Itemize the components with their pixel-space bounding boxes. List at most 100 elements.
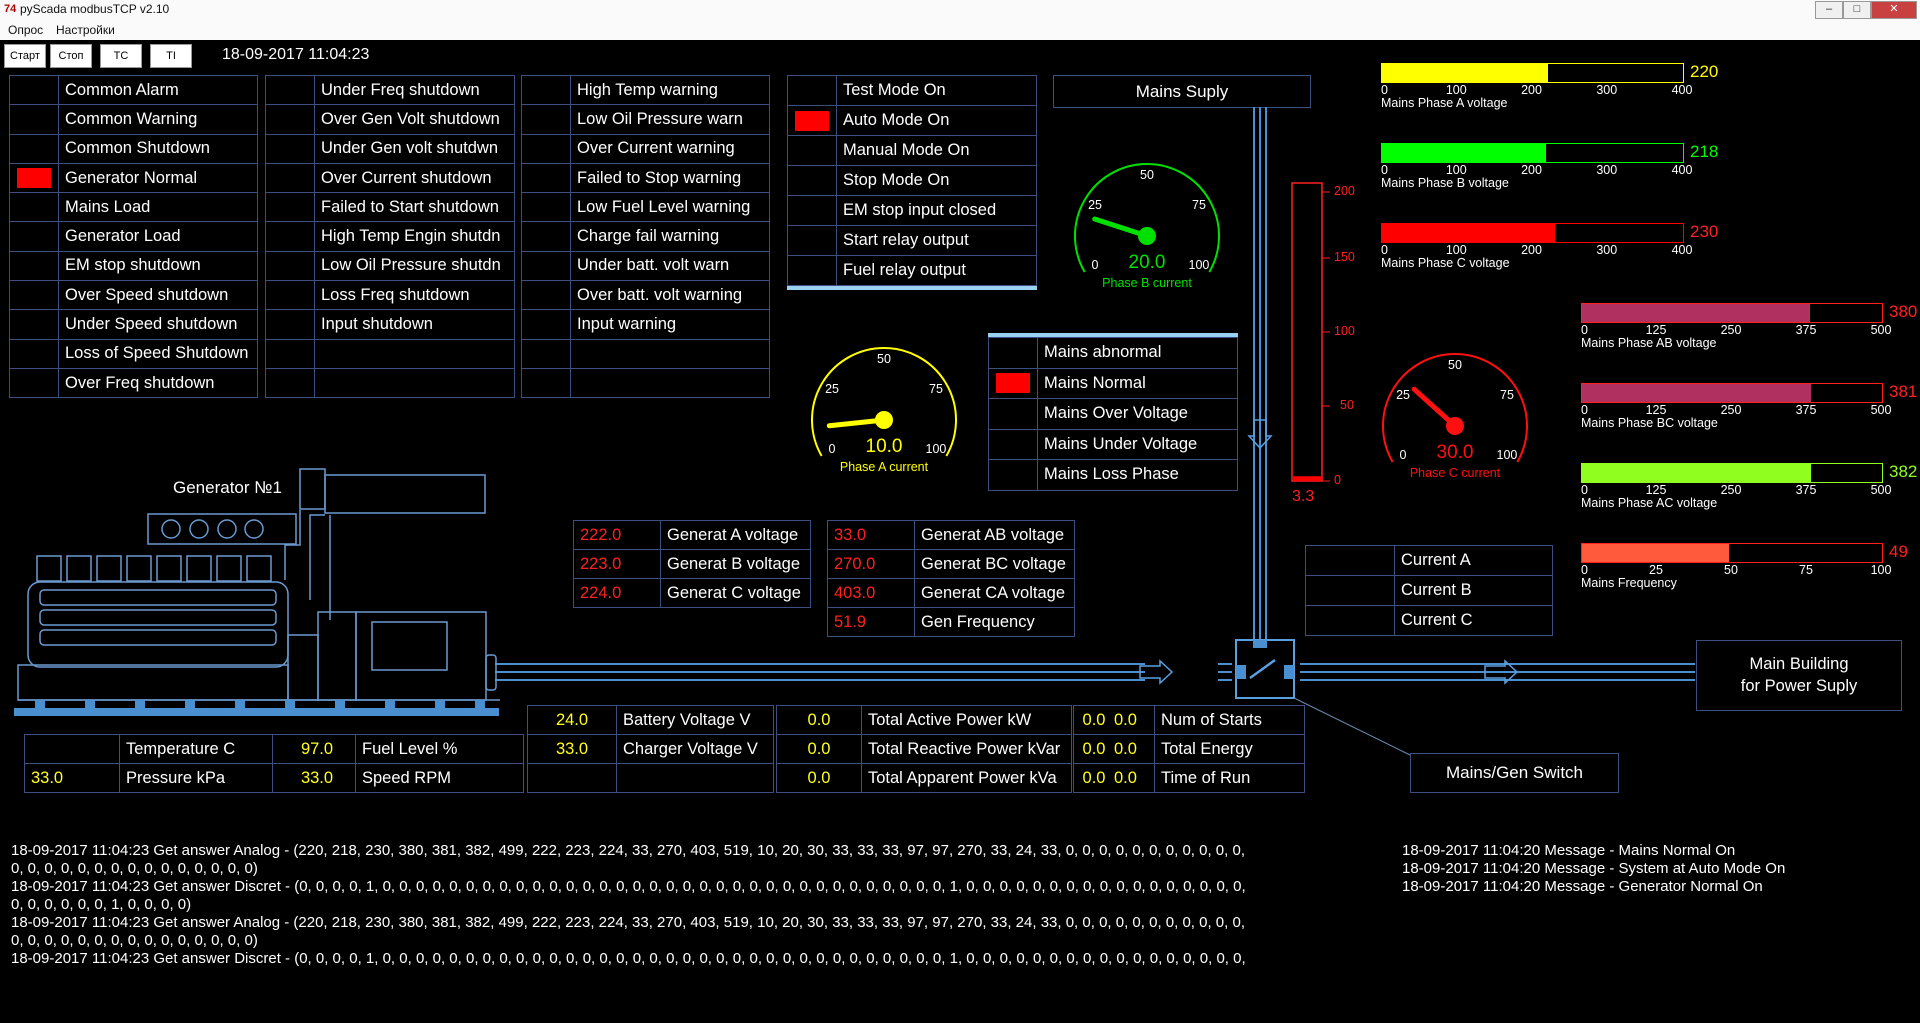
- bar-tick: 300: [1596, 163, 1618, 177]
- battery-value: 33.0: [527, 734, 617, 764]
- battery-row: 33.0 Charger Voltage V: [527, 734, 774, 764]
- gen-line-row: 270.0 Generat BC voltage: [827, 549, 1075, 579]
- gen-voltage-row: 222.0 Generat A voltage: [573, 520, 811, 550]
- battery-label: Charger Voltage V: [616, 734, 774, 764]
- bar-tick: 250: [1720, 403, 1742, 417]
- bar-value: 380: [1889, 302, 1918, 321]
- phase-b-gauge-hub: [1138, 227, 1156, 245]
- phase-a-gauge-tick: 25: [825, 382, 839, 396]
- power-row: 0.0 Total Apparent Power kVa: [776, 763, 1072, 793]
- bar-tick: 0: [1381, 243, 1388, 257]
- power-value: 0.0: [776, 763, 862, 793]
- counter-row: 0.0 0.0 Num of Starts: [1073, 705, 1305, 735]
- engine-row: Temperature C 97.0 Fuel Level %: [24, 734, 524, 764]
- generator-drawing: [17, 468, 500, 701]
- bar-tick: 500: [1870, 483, 1892, 497]
- engine-table: Temperature C 97.0 Fuel Level % 33.0 Pressur…: [24, 734, 524, 793]
- mains-gen-switch-label: Mains/Gen Switch: [1410, 753, 1619, 793]
- vmeter-tick-200: 200: [1334, 184, 1355, 198]
- gen-voltage-value: 223.0: [573, 549, 661, 579]
- gen-line-label: Gen Frequency: [914, 607, 1075, 637]
- gen-phase-voltage-table: 222.0 Generat A voltage 223.0 Generat B vol…: [573, 520, 811, 608]
- gen-line-label: Generat BC voltage: [914, 549, 1075, 579]
- bar-tick: 100: [1870, 563, 1892, 577]
- phase-c-gauge-hub: [1446, 417, 1464, 435]
- counter-label: Total Energy: [1154, 734, 1305, 764]
- bar-value: 218: [1690, 142, 1719, 161]
- phase-b-gauge-tick: 25: [1088, 198, 1102, 212]
- vmeter-tick-150: 150: [1334, 250, 1355, 264]
- message-line: 18-09-2017 11:04:20 Message - Generator …: [1402, 878, 1763, 895]
- log-line: 0, 0, 0, 0, 0, 0, 0, 0, 0, 0, 0, 0, 0, 0…: [11, 932, 258, 949]
- power-label: Total Reactive Power kVar: [861, 734, 1072, 764]
- gen-line-label: Generat CA voltage: [914, 578, 1075, 608]
- log-panel: 18-09-2017 11:04:23 Get answer Analog - …: [11, 842, 1246, 968]
- gen-voltage-row: 223.0 Generat B voltage: [573, 549, 811, 579]
- log-line: 18-09-2017 11:04:23 Get answer Discret -…: [11, 950, 1246, 967]
- message-panel: 18-09-2017 11:04:20 Message - Mains Norm…: [1402, 842, 1785, 896]
- gen-voltage-value: 224.0: [573, 578, 661, 608]
- counter-label: Time of Run: [1154, 763, 1305, 793]
- bar-tick: 125: [1645, 403, 1667, 417]
- counter-value-b: 0.0: [1114, 705, 1155, 735]
- bar-tick: 100: [1445, 243, 1467, 257]
- bar-tick: 375: [1795, 403, 1817, 417]
- phase-b-gauge-value: 20.0: [1128, 252, 1166, 273]
- current-label: Current B: [1394, 575, 1553, 606]
- phase-b-gauge-label: Phase B current: [1102, 276, 1192, 290]
- engine-value: [24, 734, 120, 764]
- phase-c-gauge-tick: 75: [1500, 388, 1514, 402]
- bar-tick: 0: [1381, 83, 1388, 97]
- counter-row: 0.0 0.0 Time of Run: [1073, 763, 1305, 793]
- bar-label: Mains Phase C voltage: [1381, 256, 1510, 270]
- counter-value-b: 0.0: [1114, 734, 1155, 764]
- bar-tick: 100: [1445, 163, 1467, 177]
- gen-line-value: 403.0: [827, 578, 915, 608]
- bar-value: 49: [1889, 542, 1908, 561]
- bar-tick: 0: [1581, 563, 1588, 577]
- gen-voltage-label: Generat A voltage: [660, 520, 811, 550]
- bar-value: 381: [1889, 382, 1918, 401]
- phase-a-gauge-tick: 50: [877, 352, 891, 366]
- log-line: 18-09-2017 11:04:23 Get answer Analog - …: [11, 842, 1245, 859]
- phase-a-gauge-label: Phase A current: [839, 460, 929, 474]
- counter-value-a: 0.0: [1073, 763, 1114, 793]
- bar-tick: 375: [1795, 483, 1817, 497]
- bar-label: Mains Phase BC voltage: [1581, 416, 1718, 430]
- bar-label: Mains Phase AC voltage: [1581, 496, 1718, 510]
- bar-fill: [1582, 384, 1811, 402]
- engine-label: Temperature C: [119, 734, 273, 764]
- power-label: Total Active Power kW: [861, 705, 1072, 735]
- gen-line-value: 33.0: [827, 520, 915, 550]
- engine-label: Speed RPM: [355, 763, 524, 793]
- power-row: 0.0 Total Active Power kW: [776, 705, 1072, 735]
- phase-a-gauge-hub: [875, 411, 893, 429]
- bar-fill: [1382, 144, 1547, 162]
- bar-tick: 400: [1671, 83, 1693, 97]
- bar-tick: 300: [1596, 83, 1618, 97]
- counters-table: 0.0 0.0 Num of Starts 0.0 0.0 Total Energy 0.0…: [1073, 705, 1305, 793]
- counter-value-a: 0.0: [1073, 705, 1114, 735]
- phase-a-gauge-value: 10.0: [865, 436, 903, 457]
- bar-fill: [1582, 544, 1729, 562]
- engine-row: 33.0 Pressure kPa 33.0 Speed RPM: [24, 763, 524, 793]
- counter-label: Num of Starts: [1154, 705, 1305, 735]
- bar-value: 220: [1690, 62, 1719, 81]
- log-line: 18-09-2017 11:04:23 Get answer Discret -…: [11, 878, 1246, 895]
- battery-label: Battery Voltage V: [616, 705, 774, 735]
- gen-voltage-row: 224.0 Generat C voltage: [573, 578, 811, 608]
- log-line: 0, 0, 0, 0, 0, 0, 1, 0, 0, 0, 0): [11, 896, 192, 913]
- battery-value: [527, 763, 617, 793]
- battery-label: [616, 763, 774, 793]
- main-building-line1: Main Building: [1749, 655, 1849, 673]
- power-label: Total Apparent Power kVa: [861, 763, 1072, 793]
- phase-b-gauge-tick: 50: [1140, 168, 1154, 182]
- bar-fill: [1382, 64, 1548, 82]
- gen-voltage-label: Generat B voltage: [660, 549, 811, 579]
- battery-row: [527, 763, 774, 793]
- current-row: Current B: [1305, 575, 1553, 606]
- bar-tick: 250: [1720, 323, 1742, 337]
- message-line: 18-09-2017 11:04:20 Message - System at …: [1402, 860, 1786, 877]
- main-building-box: Main Building for Power Suply: [1696, 640, 1902, 711]
- bar-tick: 200: [1521, 163, 1542, 177]
